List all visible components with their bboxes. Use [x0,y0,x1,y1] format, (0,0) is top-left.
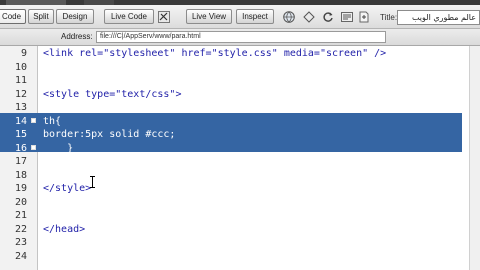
document-toolbar: Code Split Design Live Code Live View In… [0,5,480,29]
code-line[interactable]: 21 [0,209,480,222]
line-number: 15 [14,129,27,140]
code-line[interactable]: 13 [0,101,480,114]
split-view-button[interactable]: Split [28,9,54,24]
code-line[interactable]: 23 [0,236,480,249]
code-text: } [43,142,74,154]
design-view-button[interactable]: Design [56,9,94,24]
code-line[interactable]: 19 </style> [0,182,480,195]
code-line[interactable]: 22 </head> [0,223,480,236]
code-text: <link rel="stylesheet" href="style.css" … [43,48,387,59]
line-number: 19 [14,183,27,194]
browser-preview-icon[interactable] [283,11,295,23]
line-number: 18 [14,169,27,181]
vertical-scrollbar[interactable] [469,46,480,270]
code-text: border:5px solid #ccc; [43,129,176,140]
inspect-button[interactable]: Inspect [236,9,274,24]
line-number: 22 [14,223,27,235]
code-line[interactable]: 17 [0,155,480,168]
code-line[interactable]: 20 [0,196,480,209]
view-options-icon[interactable] [341,11,353,23]
code-fold-icon[interactable] [31,144,36,150]
line-number: 16 [14,142,27,154]
line-number: 20 [14,196,27,208]
code-view-button[interactable]: Code [0,9,26,24]
line-number: 9 [20,48,27,59]
code-fold-icon[interactable] [31,117,36,123]
debug-icon[interactable] [303,11,315,23]
line-number: 14 [14,115,27,127]
code-editor[interactable]: 9 <link rel="stylesheet" href="style.css"… [0,46,480,270]
code-line[interactable]: 15 border:5px solid #ccc; [0,128,480,141]
title-label: Title: [380,13,398,22]
code-line[interactable]: 10 [0,61,480,74]
live-view-button[interactable]: Live View [186,9,232,24]
code-text: th{ [43,115,62,127]
code-line[interactable]: 11 [0,74,480,87]
live-code-button[interactable]: Live Code [104,9,154,24]
line-number: 24 [14,250,27,262]
ibeam-cursor-icon [90,176,95,188]
code-text: <style type="text/css"> [43,88,182,100]
address-field[interactable]: file:///C|/AppServ/www/para.html [96,31,386,43]
address-label: Address: [61,32,93,41]
code-text: </head> [43,223,86,235]
line-number: 23 [14,237,27,248]
code-line[interactable]: 12 <style type="text/css"> [0,88,480,101]
refresh-icon[interactable] [322,11,334,23]
file-management-icon[interactable] [358,11,370,23]
visual-aids-icon[interactable] [158,11,170,23]
line-number: 10 [14,61,27,73]
code-line[interactable]: 24 [0,250,480,263]
line-number: 21 [14,210,27,221]
line-number: 13 [14,102,27,113]
code-line[interactable]: 16 } [0,142,480,155]
code-line[interactable]: 9 <link rel="stylesheet" href="style.css"… [0,47,480,60]
line-number: 11 [14,75,27,86]
title-field[interactable]: عالم مطوري الويب [397,10,480,25]
code-text: </style> [43,183,92,194]
line-number: 12 [14,88,27,100]
line-number: 17 [14,156,27,167]
address-bar: Address: file:///C|/AppServ/www/para.htm… [0,29,480,46]
code-line[interactable]: 18 [0,169,480,182]
code-line[interactable]: 14 th{ [0,115,480,128]
